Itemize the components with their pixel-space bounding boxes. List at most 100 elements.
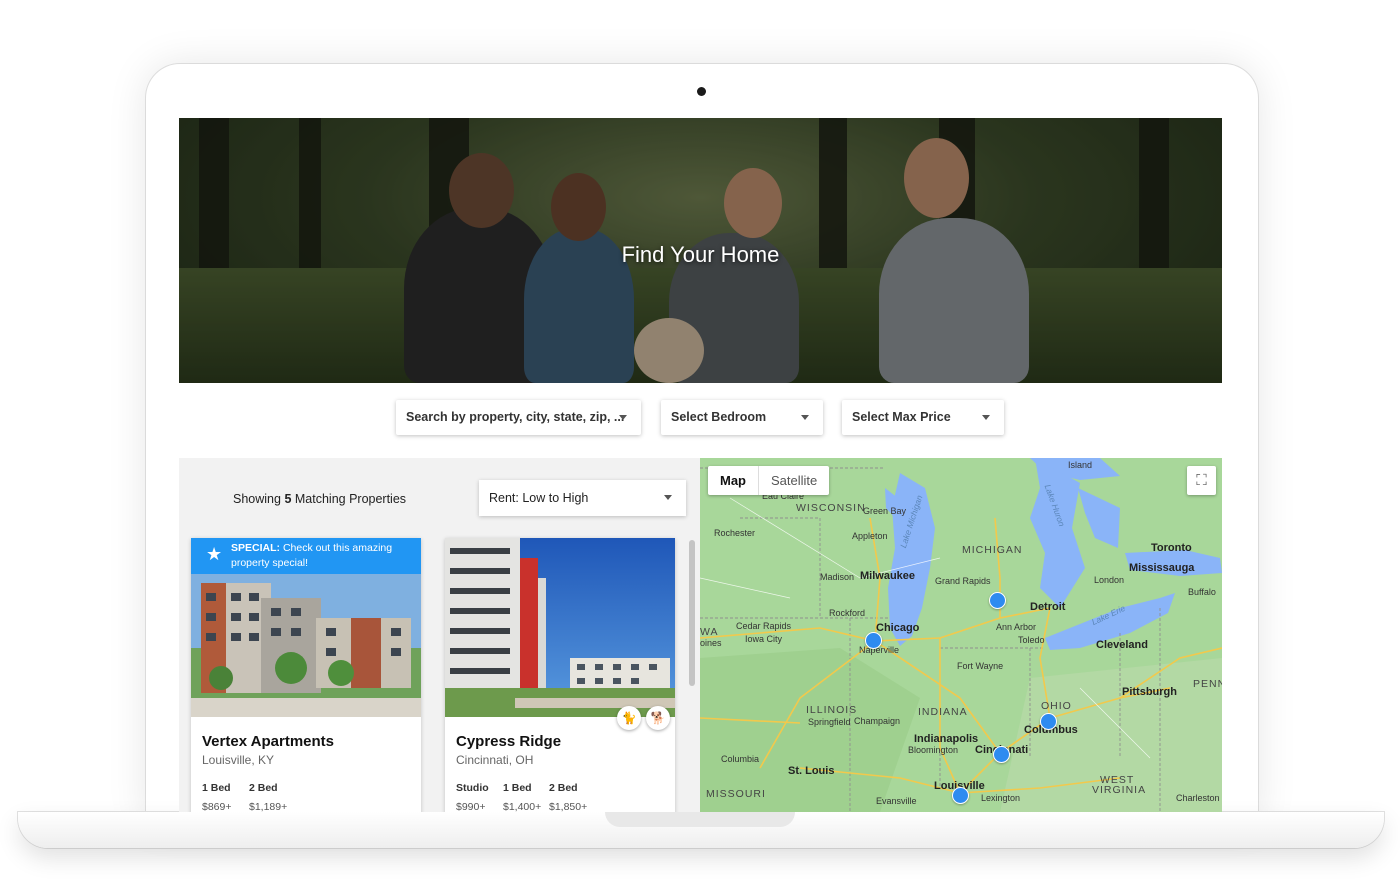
map-label: Charleston: [1176, 793, 1220, 803]
property-card[interactable]: 🐈 🐕 Cypress Ridge Cincinnati, OH Studio …: [445, 538, 675, 812]
map-label: Toronto: [1151, 542, 1192, 554]
map-label: Madison: [820, 572, 855, 582]
bedroom-select[interactable]: Select Bedroom: [661, 400, 823, 435]
unit-type: 2 Bed: [249, 782, 278, 794]
star-icon: ★: [206, 544, 223, 564]
map-label: Indianapolis: [914, 733, 979, 745]
special-label: SPECIAL:: [231, 542, 281, 554]
unit-type: 2 Bed: [549, 782, 578, 794]
map-label: PENNS: [1193, 678, 1222, 690]
filter-bar: Search by property, city, state, zip, ..…: [179, 383, 1222, 458]
property-card[interactable]: ★ SPECIAL: Check out this amazing proper…: [191, 538, 421, 812]
map-label: MISSOURI: [706, 788, 766, 800]
map-label: oines: [700, 638, 722, 648]
property-marker[interactable]: [1040, 713, 1057, 730]
map-label: Lexington: [981, 793, 1021, 803]
map-label: Toledo: [1018, 635, 1045, 645]
map-type-toggle[interactable]: Map Satellite: [708, 466, 830, 495]
map-label: INDIANA: [918, 706, 968, 718]
results-count: Showing 5 Matching Properties: [233, 492, 406, 506]
map-label: OHIO: [1041, 700, 1072, 712]
map-label: Mississauga: [1129, 562, 1195, 574]
screen: Find Your Home Search by property, city,…: [179, 118, 1222, 812]
unit-type: Studio: [456, 782, 489, 794]
listing-panel: Showing 5 Matching Properties Rent: Low …: [179, 458, 700, 812]
property-name[interactable]: Vertex Apartments: [202, 733, 334, 750]
laptop-notch: [605, 812, 795, 827]
property-marker[interactable]: [865, 632, 882, 649]
max-price-select-label: Select Max Price: [852, 410, 951, 424]
map-label: Champaign: [854, 716, 901, 726]
fullscreen-icon[interactable]: ⛶: [1187, 466, 1216, 495]
sort-select-label: Rent: Low to High: [489, 491, 589, 505]
search-placeholder: Search by property, city, state, zip, ..…: [406, 410, 625, 424]
special-banner[interactable]: ★ SPECIAL: Check out this amazing proper…: [191, 538, 421, 574]
property-location: Cincinnati, OH: [456, 753, 534, 767]
property-marker[interactable]: [989, 592, 1006, 609]
unit-summary: 2 Bed $1,850+: [549, 782, 587, 812]
unit-summary: Studio $990+: [456, 782, 489, 812]
map-label: Grand Rapids: [935, 576, 991, 586]
map-tab[interactable]: Map: [708, 466, 759, 495]
map-label: Chicago: [876, 622, 920, 634]
map-view[interactable]: Map Satellite ⛶ WISCONSIN MICHIGAN ILLIN…: [700, 458, 1222, 812]
map-label: Pittsburgh: [1122, 686, 1177, 698]
results-number: 5: [284, 492, 292, 506]
unit-price: $869+: [202, 801, 232, 812]
satellite-tab[interactable]: Satellite: [759, 466, 829, 495]
listing-scrollbar[interactable]: [689, 540, 695, 686]
map-label: Rockford: [829, 608, 866, 618]
map-label: VIRGINIA: [1092, 784, 1147, 796]
map-label: Cedar Rapids: [736, 621, 792, 631]
map-label: WA: [700, 626, 719, 638]
map-label: Green Bay: [863, 506, 907, 516]
map-label: Buffalo: [1188, 587, 1216, 597]
map-label: Evansville: [876, 796, 917, 806]
property-location: Louisville, KY: [202, 753, 275, 767]
map-label: St. Louis: [788, 765, 835, 777]
hero-banner: Find Your Home: [179, 118, 1222, 383]
map-label: Island: [1068, 460, 1093, 470]
property-marker[interactable]: [993, 746, 1010, 763]
map-label: Cleveland: [1096, 639, 1148, 651]
map-label: Detroit: [1030, 601, 1066, 613]
unit-summary: 1 Bed $1,400+: [503, 782, 541, 812]
unit-price: $1,189+: [249, 801, 288, 812]
results-prefix: Showing: [233, 492, 281, 506]
search-select[interactable]: Search by property, city, state, zip, ..…: [396, 400, 641, 435]
chevron-down-icon: [619, 415, 627, 420]
unit-price: $1,850+: [549, 801, 588, 812]
unit-summary: 1 Bed $869+: [202, 782, 232, 812]
map-label: Milwaukee: [860, 570, 916, 582]
unit-price: $990+: [456, 801, 486, 812]
camera-dot: [697, 87, 706, 96]
map-label: Iowa City: [745, 634, 783, 644]
max-price-select[interactable]: Select Max Price: [842, 400, 1004, 435]
property-name[interactable]: Cypress Ridge: [456, 733, 561, 750]
map-label: MICHIGAN: [962, 544, 1023, 556]
unit-type: 1 Bed: [503, 782, 532, 794]
map-label: ILLINOIS: [806, 704, 858, 716]
dog-icon: 🐕: [646, 706, 670, 730]
unit-type: 1 Bed: [202, 782, 231, 794]
chevron-down-icon: [801, 415, 809, 420]
property-photo[interactable]: [445, 538, 675, 717]
cat-icon: 🐈: [617, 706, 641, 730]
map-label: London: [1094, 575, 1125, 585]
map-label: Ann Arbor: [996, 622, 1037, 632]
map-label: Columbia: [721, 754, 760, 764]
bedroom-select-label: Select Bedroom: [671, 410, 767, 424]
map-label: Rochester: [714, 528, 756, 538]
map-label: Appleton: [852, 531, 888, 541]
map-label: Fort Wayne: [957, 661, 1004, 671]
hero-title: Find Your Home: [621, 242, 780, 267]
chevron-down-icon: [982, 415, 990, 420]
map-label: Bloomington: [908, 745, 959, 755]
map-label: Springfield: [808, 717, 851, 727]
unit-summary: 2 Bed $1,189+: [249, 782, 287, 812]
property-marker[interactable]: [952, 787, 969, 804]
results-suffix: Matching Properties: [294, 492, 407, 506]
sort-select[interactable]: Rent: Low to High: [479, 480, 686, 516]
map-label: WISCONSIN: [796, 502, 866, 514]
unit-price: $1,400+: [503, 801, 542, 812]
